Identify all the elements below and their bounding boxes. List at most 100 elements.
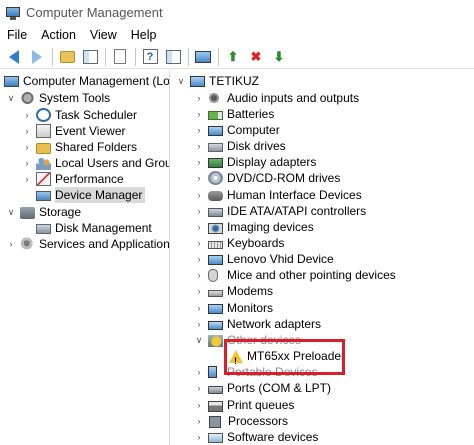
chevron-down-icon[interactable]: ∨: [6, 204, 16, 220]
device-category-processors[interactable]: › Processors: [194, 413, 289, 429]
device-category-hid[interactable]: › Human Interface Devices: [194, 187, 362, 203]
chevron-right-icon[interactable]: ›: [194, 251, 204, 267]
up-folder-button[interactable]: [57, 47, 77, 67]
menu-action[interactable]: Action: [34, 28, 83, 42]
tree-item-disk-management[interactable]: Disk Management: [36, 220, 152, 236]
chevron-right-icon[interactable]: ›: [194, 106, 204, 122]
chevron-right-icon[interactable]: ›: [194, 300, 204, 316]
chevron-right-icon[interactable]: ›: [194, 267, 204, 283]
device-category-lenovo[interactable]: › Lenovo Vhid Device: [194, 251, 334, 267]
chevron-right-icon[interactable]: ›: [22, 171, 32, 187]
tree-item-services[interactable]: › Services and Applications: [6, 236, 170, 252]
printer-icon: [208, 400, 223, 412]
uninstall-button[interactable]: ✖: [246, 47, 266, 67]
properties-button[interactable]: [110, 47, 130, 67]
chevron-right-icon[interactable]: ›: [194, 429, 204, 445]
tree-item-root[interactable]: Computer Management (Local: [4, 73, 170, 89]
tree-item-shared-folders[interactable]: › Shared Folders: [22, 139, 138, 155]
device-category-ide[interactable]: › IDE ATA/ATAPI controllers: [194, 203, 367, 219]
back-button[interactable]: [4, 47, 24, 67]
update-driver-button[interactable]: ⬆: [223, 47, 243, 67]
device-category-batteries[interactable]: › Batteries: [194, 106, 275, 122]
device-category-dvd[interactable]: › DVD/CD-ROM drives: [194, 170, 340, 186]
tree-item-event-viewer[interactable]: › Event Viewer: [22, 123, 125, 139]
device-category-modems[interactable]: › Modems: [194, 283, 274, 299]
device-tree-root[interactable]: ∨ TETIKUZ: [176, 73, 259, 89]
computer-management-icon: [4, 76, 19, 87]
device-category-keyboards[interactable]: › Keyboards: [194, 235, 285, 251]
toolbar-separator: [218, 47, 219, 66]
device-category-label: IDE ATA/ATAPI controllers: [227, 204, 367, 218]
chevron-right-icon[interactable]: ›: [22, 107, 32, 123]
tree-item-storage[interactable]: ∨ Storage: [6, 204, 81, 220]
menu-file[interactable]: File: [0, 28, 34, 42]
device-category-label: DVD/CD-ROM drives: [227, 171, 341, 185]
tree-item-label: Computer Management (Local: [23, 74, 170, 88]
chevron-right-icon[interactable]: ›: [22, 123, 32, 139]
chevron-right-icon[interactable]: ›: [194, 380, 204, 396]
update-driver-icon: ⬆: [227, 48, 239, 64]
dvd-icon: [208, 171, 223, 185]
device-category-display[interactable]: › Display adapters: [194, 154, 317, 170]
computer-icon: [190, 76, 205, 87]
device-category-audio[interactable]: › Audio inputs and outputs: [194, 90, 359, 106]
computer-management-icon: [5, 5, 21, 21]
chevron-right-icon[interactable]: ›: [194, 203, 204, 219]
device-category-ports[interactable]: › Ports (COM & LPT): [194, 380, 332, 396]
window-title: Computer Management: [26, 5, 163, 20]
chevron-down-icon[interactable]: ∨: [6, 90, 16, 106]
battery-icon: [208, 111, 223, 120]
help-button[interactable]: ?: [140, 47, 160, 67]
chevron-down-icon[interactable]: ∨: [176, 73, 186, 89]
device-category-monitors[interactable]: › Monitors: [194, 300, 274, 316]
port-icon: [208, 386, 223, 394]
device-category-software[interactable]: › Software devices: [194, 429, 319, 445]
device-category-label: Monitors: [227, 301, 274, 315]
chevron-right-icon[interactable]: ›: [194, 283, 204, 299]
device-category-label: Mice and other pointing devices: [227, 268, 396, 282]
chevron-right-icon[interactable]: ›: [194, 235, 204, 251]
software-device-icon: [208, 433, 223, 443]
chevron-right-icon[interactable]: ›: [194, 187, 204, 203]
tree-item-system-tools[interactable]: ∨ System Tools: [6, 90, 110, 106]
chevron-right-icon[interactable]: ›: [194, 138, 204, 154]
tree-item-local-users[interactable]: › Local Users and Groups: [22, 155, 169, 171]
device-category-imaging[interactable]: › Imaging devices: [194, 219, 314, 235]
device-category-disk-drives[interactable]: › Disk drives: [194, 138, 286, 154]
menu-help[interactable]: Help: [124, 28, 164, 42]
chevron-right-icon[interactable]: ›: [194, 316, 204, 332]
tree-item-task-scheduler[interactable]: › Task Scheduler: [22, 107, 137, 123]
tree-item-performance[interactable]: › Performance: [22, 171, 124, 187]
device-category-label: Display adapters: [227, 155, 317, 169]
toolbar-separator: [135, 47, 136, 66]
speaker-icon: [208, 91, 223, 105]
show-pane-button[interactable]: [163, 47, 183, 67]
device-category-mice[interactable]: › Mice and other pointing devices: [194, 267, 396, 283]
menu-view[interactable]: View: [83, 28, 124, 42]
chevron-right-icon[interactable]: ›: [194, 122, 204, 138]
monitor-icon: [208, 303, 223, 314]
show-hide-tree-button[interactable]: [80, 47, 100, 67]
tree-item-label: Services and Applications: [39, 237, 170, 251]
device-category-label: Disk drives: [227, 139, 286, 153]
chevron-right-icon[interactable]: ›: [194, 154, 204, 170]
chevron-right-icon[interactable]: ›: [194, 219, 204, 235]
chevron-down-icon[interactable]: ∨: [194, 332, 204, 348]
device-category-computer[interactable]: › Computer: [194, 122, 280, 138]
chevron-right-icon[interactable]: ›: [22, 155, 32, 171]
chevron-right-icon[interactable]: ›: [194, 364, 204, 380]
scan-hardware-button[interactable]: [193, 47, 213, 67]
chevron-right-icon[interactable]: ›: [194, 170, 204, 186]
device-tree-label: TETIKUZ: [209, 74, 259, 88]
disable-device-button[interactable]: ⬇: [269, 47, 289, 67]
chevron-right-icon[interactable]: ›: [6, 236, 16, 252]
forward-button[interactable]: [27, 47, 47, 67]
device-category-network[interactable]: › Network adapters: [194, 316, 322, 332]
chevron-right-icon[interactable]: ›: [194, 413, 204, 429]
chevron-right-icon[interactable]: ›: [194, 397, 204, 413]
device-category-label: Lenovo Vhid Device: [227, 252, 334, 266]
tree-item-device-manager[interactable]: Device Manager: [36, 187, 146, 203]
chevron-right-icon[interactable]: ›: [22, 139, 32, 155]
chevron-right-icon[interactable]: ›: [194, 90, 204, 106]
device-category-print-queues[interactable]: › Print queues: [194, 397, 295, 413]
